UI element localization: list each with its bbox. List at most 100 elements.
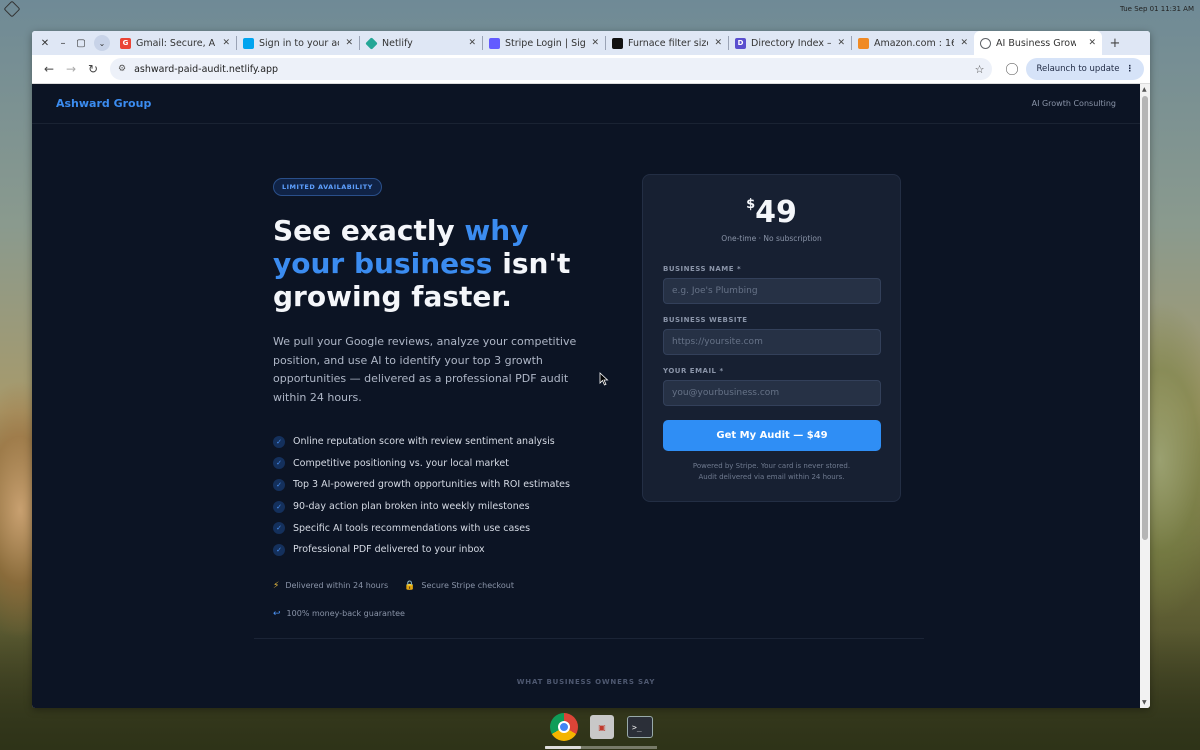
list-item: ✓ Online reputation score with review sen…	[273, 431, 603, 453]
trust-delivery: ⚡ Delivered within 24 hours	[273, 580, 389, 591]
bookmark-star-icon[interactable]: ☆	[975, 63, 985, 76]
lightning-bolt-icon: ⚡	[273, 580, 280, 591]
microsoft-icon	[243, 37, 254, 49]
tab-1[interactable]: Sign in to your ac ✕	[237, 31, 359, 55]
system-top-bar: Tue Sep 01 11:31 AM	[0, 0, 1200, 18]
checkmark-icon: ✓	[273, 522, 285, 535]
tab-close-icon[interactable]: ✕	[1088, 38, 1096, 48]
tab-close-icon[interactable]: ✕	[591, 38, 599, 48]
tab-search-chevron-down-icon[interactable]: ⌄	[94, 35, 110, 51]
trust-row-guarantee: ↩ 100% money-back guarantee	[273, 609, 603, 619]
checkmark-icon: ✓	[273, 478, 285, 491]
feature-list: ✓ Online reputation score with review sen…	[273, 431, 603, 561]
list-item: ✓ Specific AI tools recommendations with …	[273, 517, 603, 539]
more-menu-icon[interactable]: ⋮	[1126, 64, 1135, 74]
return-arrow-icon: ↩	[273, 608, 281, 619]
scroll-down-arrow-icon[interactable]: ▼	[1142, 699, 1147, 706]
back-arrow-icon[interactable]: ←	[38, 58, 60, 80]
tab-title: Stripe Login | Sign	[505, 37, 585, 49]
tab-title: Amazon.com : 16x	[874, 37, 954, 49]
relaunch-button[interactable]: Relaunch to update ⋮	[1026, 58, 1144, 80]
testimonials-heading: WHAT BUSINESS OWNERS SAY	[516, 678, 656, 686]
forward-arrow-icon[interactable]: →	[60, 58, 82, 80]
currency-symbol: $	[746, 197, 756, 212]
availability-badge: LIMITED AVAILABILITY	[273, 178, 382, 196]
get-audit-button[interactable]: Get My Audit — $49	[663, 420, 881, 451]
feature-text: Competitive positioning vs. your local m…	[293, 457, 509, 469]
perplexity-icon	[612, 37, 623, 49]
relaunch-label: Relaunch to update	[1036, 64, 1120, 74]
email-field[interactable]	[663, 380, 881, 406]
feature-text: Professional PDF delivered to your inbox	[293, 544, 485, 556]
os-logo-icon[interactable]	[3, 0, 21, 18]
reload-icon[interactable]: ↻	[82, 58, 104, 80]
list-item: ✓ Top 3 AI-powered growth opportunities w…	[273, 474, 603, 496]
tab-2[interactable]: Netlify ✕	[360, 31, 482, 55]
trust-checkout: 🔒 Secure Stripe checkout	[404, 580, 514, 591]
close-window-icon[interactable]: ✕	[36, 34, 54, 52]
chrome-app-icon[interactable]	[548, 711, 580, 743]
tab-close-icon[interactable]: ✕	[468, 38, 476, 48]
list-item: ✓ Professional PDF delivered to your inbo…	[273, 539, 603, 561]
tab-close-icon[interactable]: ✕	[345, 38, 353, 48]
tab-strip: ✕ – ▢ ⌄ G Gmail: Secure, AI ✕ Sign in to yo…	[32, 31, 1150, 55]
taskbar-dock: ▣ >_	[545, 710, 659, 749]
url-input[interactable]: ⚙ ashward-paid-audit.netlify.app ☆	[110, 58, 993, 80]
page-scrollbar[interactable]: ▲ ▼	[1140, 84, 1150, 708]
globe-icon	[980, 37, 991, 49]
feature-text: Specific AI tools recommendations with u…	[293, 522, 531, 534]
tab-0[interactable]: G Gmail: Secure, AI ✕	[114, 31, 236, 55]
amazon-icon	[858, 37, 869, 49]
netlify-icon	[365, 36, 378, 50]
feature-text: Top 3 AI-powered growth opportunities wi…	[293, 479, 570, 491]
trust-row: ⚡ Delivered within 24 hours 🔒 Secure Str…	[273, 581, 603, 591]
new-tab-plus-icon[interactable]: +	[1106, 34, 1124, 52]
stripe-icon	[489, 37, 500, 49]
tab-close-icon[interactable]: ✕	[960, 38, 968, 48]
checkout-card: $49 One-time · No subscription BUSINESS …	[642, 174, 901, 502]
hero-section: LIMITED AVAILABILITY See exactly why you…	[273, 174, 603, 619]
feature-text: Online reputation score with review sent…	[293, 436, 555, 448]
tab-title: Sign in to your ac	[259, 37, 339, 49]
profile-avatar-icon[interactable]	[1006, 63, 1019, 75]
business-website-field[interactable]	[663, 329, 881, 355]
directory-icon: D	[735, 37, 746, 49]
tab-title: AI Business Grow	[996, 37, 1076, 49]
scrollbar-thumb[interactable]	[1142, 96, 1148, 540]
payment-note: Powered by Stripe. Your card is never st…	[692, 462, 851, 481]
tab-5[interactable]: D Directory Index — ✕	[729, 31, 851, 55]
business-name-field[interactable]	[663, 278, 881, 304]
minimize-window-icon[interactable]: –	[54, 34, 72, 52]
active-app-indicator	[545, 746, 581, 749]
tab-7[interactable]: AI Business Grow ✕	[974, 31, 1102, 55]
site-header: Ashward Group AI Growth Consulting	[32, 84, 1140, 124]
brand-logo-text[interactable]: Ashward Group	[56, 97, 151, 110]
tab-close-icon[interactable]: ✕	[714, 38, 722, 48]
email-label: YOUR EMAIL *	[663, 367, 724, 375]
checkmark-icon: ✓	[273, 543, 285, 556]
business-name-label: BUSINESS NAME *	[663, 265, 742, 273]
system-clock[interactable]: Tue Sep 01 11:31 AM	[1120, 5, 1194, 13]
lock-icon: 🔒	[404, 580, 416, 591]
maximize-window-icon[interactable]: ▢	[72, 34, 90, 52]
tab-6[interactable]: Amazon.com : 16x ✕	[852, 31, 974, 55]
tab-close-icon[interactable]: ✕	[222, 38, 230, 48]
browser-window: ✕ – ▢ ⌄ G Gmail: Secure, AI ✕ Sign in to yo…	[32, 31, 1150, 708]
tab-title: Furnace filter size	[628, 37, 708, 49]
tab-close-icon[interactable]: ✕	[837, 38, 845, 48]
terminal-app-icon[interactable]: >_	[624, 711, 656, 743]
files-app-icon[interactable]: ▣	[586, 711, 618, 743]
page-viewport: Ashward Group AI Growth Consulting LIMIT…	[32, 84, 1140, 708]
tab-4[interactable]: Furnace filter size ✕	[606, 31, 728, 55]
list-item: ✓ 90-day action plan broken into weekly m…	[273, 496, 603, 518]
price-subtext: One-time · No subscription	[721, 234, 822, 243]
feature-text: 90-day action plan broken into weekly mi…	[293, 501, 530, 513]
price-amount: 49	[755, 195, 797, 230]
site-info-icon[interactable]: ⚙	[118, 64, 126, 74]
checkmark-icon: ✓	[273, 457, 285, 470]
checkmark-icon: ✓	[273, 435, 285, 448]
address-bar: ← → ↻ ⚙ ashward-paid-audit.netlify.app ☆…	[32, 55, 1150, 84]
tab-3[interactable]: Stripe Login | Sign ✕	[483, 31, 605, 55]
list-item: ✓ Competitive positioning vs. your local …	[273, 453, 603, 475]
scroll-up-arrow-icon[interactable]: ▲	[1142, 86, 1147, 93]
